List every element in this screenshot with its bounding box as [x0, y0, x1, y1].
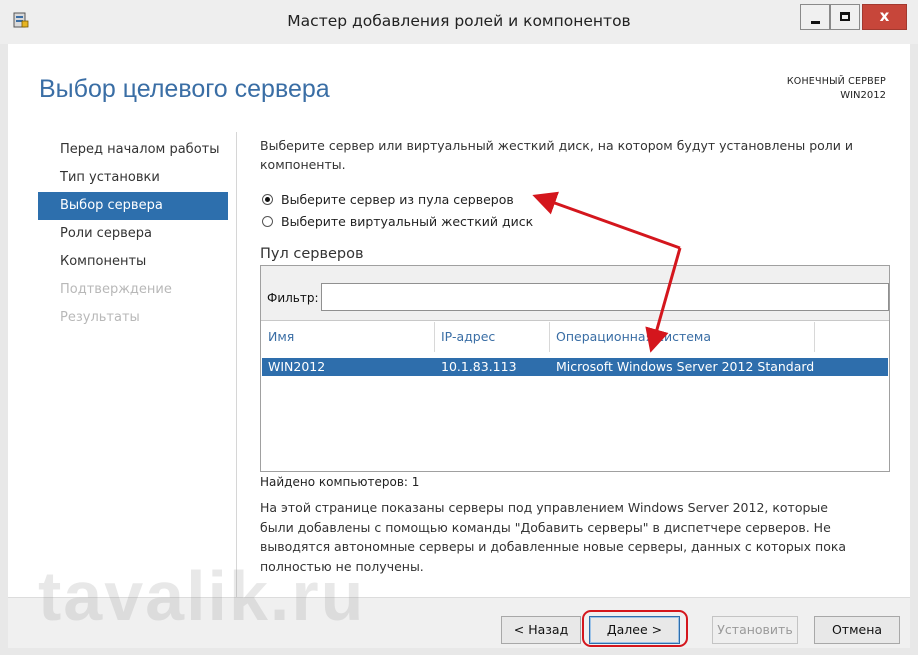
filter-label: Фильтр:: [267, 291, 319, 305]
window-title: Мастер добавления ролей и компонентов: [287, 12, 631, 30]
page-title: Выбор целевого сервера: [39, 75, 330, 103]
table-row[interactable]: WIN2012 10.1.83.113 Microsoft Windows Se…: [262, 358, 888, 376]
wizard-content: Выбор целевого сервера КОНЕЧНЫЙ СЕРВЕР W…: [8, 44, 910, 648]
column-divider[interactable]: [549, 322, 550, 352]
filter-input[interactable]: [321, 283, 889, 311]
wizard-window: Мастер добавления ролей и компонентов x …: [0, 0, 918, 655]
radio-vhd[interactable]: [262, 215, 273, 227]
cell-name: WIN2012: [268, 359, 326, 374]
nav-item-server-roles[interactable]: Роли сервера: [38, 220, 228, 248]
column-header-os[interactable]: Операционная система: [556, 322, 711, 352]
close-button[interactable]: x: [862, 4, 907, 30]
title-bar[interactable]: Мастер добавления ролей и компонентов x: [0, 0, 918, 44]
close-icon: x: [879, 7, 890, 25]
column-divider[interactable]: [814, 322, 815, 352]
column-header-name[interactable]: Имя: [268, 322, 294, 352]
column-header-ip[interactable]: IP-адрес: [441, 322, 495, 352]
minimize-button[interactable]: [800, 4, 830, 30]
maximize-button[interactable]: [830, 4, 860, 30]
minimize-icon: [811, 21, 820, 24]
radio-server-pool[interactable]: [262, 193, 273, 205]
destination-server-label: КОНЕЧНЫЙ СЕРВЕР: [786, 76, 886, 87]
server-pool-panel: Фильтр: Имя IP-адрес Операционная систем…: [260, 265, 890, 472]
radio-server-pool-label: Выберите сервер из пула серверов: [281, 191, 514, 207]
radio-server-pool-option[interactable]: Выберите сервер из пула серверов: [262, 189, 514, 209]
destination-server-name: WIN2012: [840, 90, 886, 101]
found-count: Найдено компьютеров: 1: [260, 475, 420, 489]
maximize-icon: [840, 12, 850, 21]
next-button-highlight: [582, 610, 688, 647]
nav-divider: [236, 132, 237, 622]
cancel-button[interactable]: Отмена: [814, 616, 900, 644]
wizard-nav: Перед началом работы Тип установки Выбор…: [38, 136, 228, 332]
nav-item-features[interactable]: Компоненты: [38, 248, 228, 276]
page-description: Выберите сервер или виртуальный жесткий …: [260, 138, 853, 172]
install-button: Установить: [712, 616, 798, 644]
watermark: tavalik.ru: [38, 557, 366, 635]
radio-vhd-option[interactable]: Выберите виртуальный жесткий диск: [262, 211, 533, 231]
back-button[interactable]: < Назад: [501, 616, 581, 644]
column-divider[interactable]: [434, 322, 435, 352]
radio-vhd-label: Выберите виртуальный жесткий диск: [281, 213, 534, 229]
cell-ip: 10.1.83.113: [441, 359, 517, 374]
nav-item-server-selection[interactable]: Выбор сервера: [38, 192, 228, 220]
nav-item-confirmation: Подтверждение: [60, 282, 172, 297]
nav-item-results: Результаты: [60, 310, 140, 325]
server-pool-title: Пул серверов: [260, 246, 364, 262]
nav-item-before-you-begin[interactable]: Перед началом работы: [38, 136, 228, 164]
cell-os: Microsoft Windows Server 2012 Standard: [556, 359, 815, 374]
filter-bar: Фильтр:: [261, 266, 889, 321]
nav-item-installation-type[interactable]: Тип установки: [38, 164, 228, 192]
